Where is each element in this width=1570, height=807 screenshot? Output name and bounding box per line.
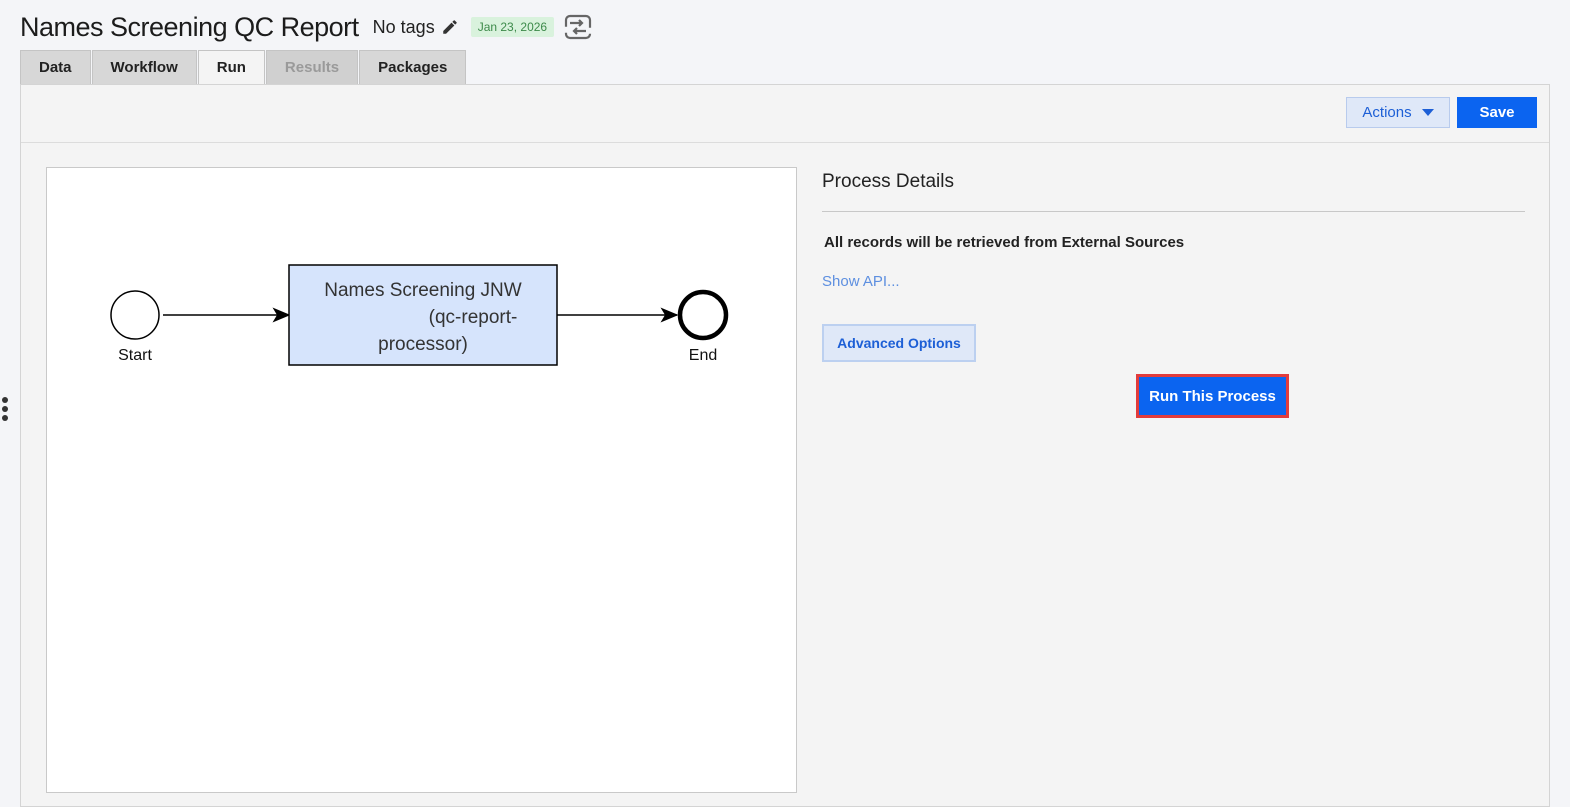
show-api-link[interactable]: Show API... — [822, 273, 1525, 290]
date-badge: Jan 23, 2026 — [470, 17, 555, 37]
tags-area[interactable]: No tags — [373, 17, 459, 38]
task-label-line2: (qc-report- — [429, 307, 518, 328]
start-event[interactable] — [110, 290, 160, 340]
run-panel: Actions Save Start Names Screening JNW (… — [20, 84, 1550, 807]
run-process-button[interactable]: Run This Process — [1136, 374, 1289, 418]
page-title: Names Screening QC Report — [20, 11, 359, 42]
process-details: Process Details All records will be retr… — [822, 167, 1525, 418]
tab-bar: Data Workflow Run Results Packages — [20, 50, 467, 85]
tab-packages[interactable]: Packages — [359, 50, 467, 84]
swap-icon[interactable] — [564, 14, 592, 40]
end-label: End — [689, 347, 717, 364]
diagram-canvas: Start Names Screening JNW (qc-report- pr… — [110, 264, 729, 366]
start-label: Start — [118, 347, 152, 364]
caret-down-icon — [1421, 109, 1434, 116]
actions-label: Actions — [1362, 104, 1412, 121]
save-button[interactable]: Save — [1457, 97, 1537, 128]
actions-button[interactable]: Actions — [1346, 97, 1450, 128]
advanced-options-button[interactable]: Advanced Options — [822, 324, 976, 362]
workflow-diagram: Start Names Screening JNW (qc-report- pr… — [46, 167, 797, 793]
tab-results[interactable]: Results — [265, 50, 359, 84]
vertical-ellipsis-icon[interactable] — [2, 397, 8, 421]
tab-data[interactable]: Data — [20, 50, 91, 84]
end-event[interactable] — [677, 289, 729, 341]
process-details-title: Process Details — [822, 171, 1525, 212]
records-note: All records will be retrieved from Exter… — [824, 234, 1185, 251]
pencil-icon[interactable] — [441, 18, 459, 36]
tab-workflow[interactable]: Workflow — [91, 50, 197, 84]
toolbar: Actions Save — [21, 85, 1549, 143]
task-label-line3: processor) — [378, 334, 468, 355]
tab-run[interactable]: Run — [197, 50, 265, 85]
page-header: Names Screening QC Report No tags Jan 23… — [20, 10, 592, 44]
task-label-line1: Names Screening JNW — [324, 280, 522, 301]
tags-label: No tags — [372, 16, 435, 37]
